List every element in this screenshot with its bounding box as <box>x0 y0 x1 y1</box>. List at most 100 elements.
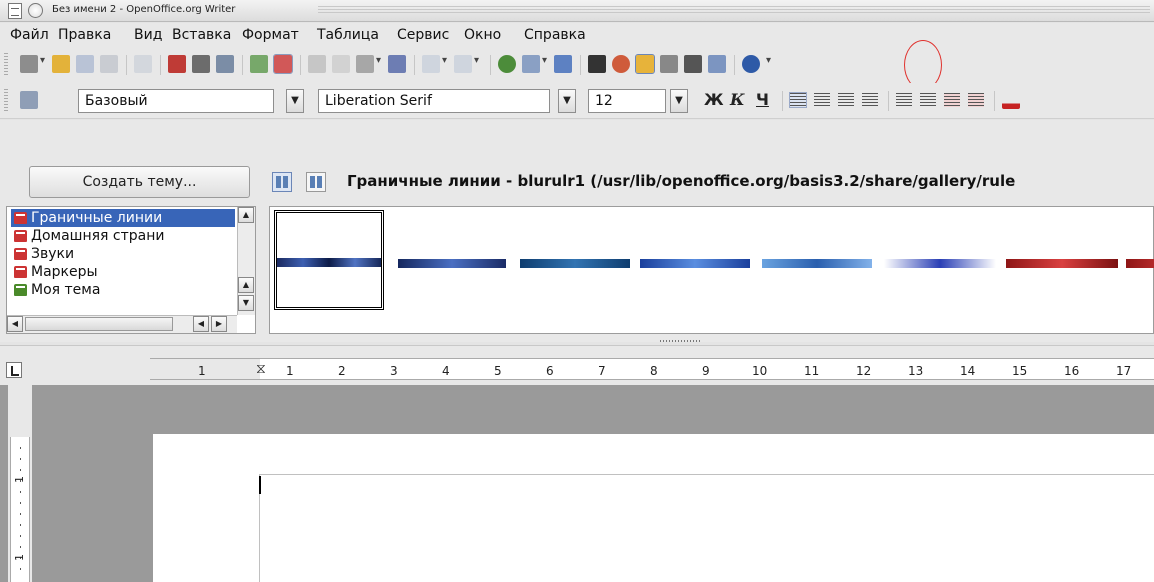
spellcheck-icon[interactable] <box>250 55 268 73</box>
theme-list-hscroll[interactable]: ◀ ◀ ▶ <box>7 315 237 333</box>
menu-tools[interactable]: Сервис <box>397 27 449 43</box>
scroll-up-icon[interactable]: ▲ <box>238 207 254 223</box>
paste-icon[interactable] <box>356 55 374 73</box>
table-dropdown-icon[interactable] <box>542 55 550 69</box>
document-page[interactable] <box>153 434 1154 582</box>
scroll-left-icon[interactable]: ◀ <box>193 316 209 332</box>
redo-dropdown-icon[interactable] <box>474 55 482 69</box>
new-dropdown-icon[interactable] <box>40 55 48 69</box>
decrease-indent-icon[interactable] <box>944 93 960 107</box>
clone-formatting-icon[interactable] <box>388 55 406 73</box>
menu-window[interactable]: Окно <box>464 27 501 43</box>
theme-item-my-theme[interactable]: Моя тема <box>11 281 235 299</box>
help-icon[interactable] <box>742 55 760 73</box>
save-icon[interactable] <box>76 55 94 73</box>
paste-dropdown-icon[interactable] <box>376 55 384 69</box>
theme-item-bullets[interactable]: Маркеры <box>11 263 235 281</box>
gallery-item[interactable] <box>1006 259 1118 268</box>
copy-icon[interactable] <box>332 55 350 73</box>
horizontal-ruler[interactable]: 1 ⧖ 1 2 3 4 5 6 7 8 9 10 11 12 13 14 15 … <box>150 358 1154 380</box>
scroll-down-icon[interactable]: ▼ <box>238 295 254 311</box>
undo-dropdown-icon[interactable] <box>442 55 450 69</box>
align-left-icon[interactable] <box>789 92 807 108</box>
paragraph-style-dropdown-icon[interactable]: ▼ <box>286 89 304 113</box>
draw-functions-icon[interactable] <box>554 55 572 73</box>
font-size-dropdown-icon[interactable]: ▼ <box>670 89 688 113</box>
toolbar-grip[interactable] <box>4 53 8 77</box>
scroll-up-icon[interactable]: ▲ <box>238 277 254 293</box>
gallery-item[interactable] <box>1126 259 1154 268</box>
formatting-marks-icon[interactable] <box>684 55 702 73</box>
toolbar-grip[interactable] <box>4 89 8 113</box>
gallery-icon[interactable] <box>635 54 655 74</box>
font-name-combo[interactable]: Liberation Serif <box>318 89 550 113</box>
undo-icon[interactable] <box>422 55 440 73</box>
hyperlink-icon[interactable] <box>498 55 516 73</box>
icon-view-icon[interactable] <box>272 172 292 192</box>
theme-item-homepage[interactable]: Домашняя страни <box>11 227 235 245</box>
font-size-combo[interactable]: 12 <box>588 89 666 113</box>
gallery-item[interactable] <box>398 259 506 268</box>
align-center-icon[interactable] <box>814 93 830 107</box>
bullets-icon[interactable] <box>920 93 936 107</box>
table-icon[interactable] <box>522 55 540 73</box>
scroll-right-icon[interactable]: ▶ <box>211 316 227 332</box>
theme-list-vscroll[interactable]: ▲ ▲ ▼ <box>237 207 255 315</box>
toolbar-overflow-icon[interactable] <box>766 55 774 69</box>
italic-button[interactable]: К <box>730 90 745 109</box>
align-justify-icon[interactable] <box>862 93 878 107</box>
theme-list[interactable]: Граничные линии Домашняя страни Звуки Ма… <box>6 206 256 334</box>
menu-edit[interactable]: Правка <box>58 27 111 43</box>
indent-marker-icon[interactable]: ⧖ <box>256 361 266 377</box>
tab-stop-selector[interactable] <box>6 362 22 378</box>
autospellcheck-icon[interactable] <box>273 54 293 74</box>
print-icon[interactable] <box>192 55 210 73</box>
gallery-item[interactable] <box>640 259 750 268</box>
redo-icon[interactable] <box>454 55 472 73</box>
menu-insert[interactable]: Вставка <box>172 27 231 43</box>
detailed-view-icon[interactable] <box>306 172 326 192</box>
menu-help[interactable]: Справка <box>524 27 586 43</box>
align-right-icon[interactable] <box>838 93 854 107</box>
print-preview-icon[interactable] <box>216 55 234 73</box>
cut-icon[interactable] <box>308 55 326 73</box>
gallery-item[interactable] <box>884 259 996 268</box>
ruler-label: 11 <box>804 364 820 378</box>
data-sources-icon[interactable] <box>660 55 678 73</box>
paragraph-style-combo[interactable]: Базовый <box>78 89 274 113</box>
bold-button[interactable]: Ж <box>704 90 724 109</box>
menu-view[interactable]: Вид <box>134 27 162 43</box>
menu-format[interactable]: Формат <box>242 27 299 43</box>
new-document-icon[interactable] <box>20 55 38 73</box>
create-theme-button[interactable]: Создать тему... <box>29 166 250 198</box>
theme-item-sounds[interactable]: Звуки <box>11 245 235 263</box>
numbering-icon[interactable] <box>896 93 912 107</box>
export-pdf-icon[interactable] <box>168 55 186 73</box>
gallery-item[interactable] <box>520 259 630 268</box>
scroll-left-icon[interactable]: ◀ <box>7 316 23 332</box>
ruler-label: 5 <box>494 364 502 378</box>
navigator-icon[interactable] <box>612 55 630 73</box>
gallery-preview-area[interactable] <box>269 206 1154 334</box>
gallery-item-selected[interactable] <box>274 210 384 310</box>
font-color-icon[interactable] <box>1002 91 1020 109</box>
font-name-dropdown-icon[interactable]: ▼ <box>558 89 576 113</box>
gallery-splitter[interactable] <box>660 340 700 342</box>
gallery-item[interactable] <box>762 259 872 268</box>
styles-formatting-icon[interactable] <box>20 91 38 109</box>
menu-table[interactable]: Таблица <box>317 27 379 43</box>
find-replace-icon[interactable] <box>588 55 606 73</box>
menu-file[interactable]: Файл <box>10 27 49 43</box>
window-menu-icon[interactable] <box>28 3 43 18</box>
underline-button[interactable]: Ч <box>756 90 769 109</box>
hscroll-thumb[interactable] <box>25 317 173 331</box>
document-icon[interactable] <box>8 3 22 19</box>
vertical-ruler[interactable]: 1 1 <box>8 385 32 582</box>
zoom-icon[interactable] <box>708 55 726 73</box>
open-folder-icon[interactable] <box>52 55 70 73</box>
ruler-row: 1 ⧖ 1 2 3 4 5 6 7 8 9 10 11 12 13 14 15 … <box>0 345 1154 385</box>
edit-file-icon[interactable] <box>134 55 152 73</box>
theme-item-border-lines[interactable]: Граничные линии <box>11 209 235 227</box>
email-icon[interactable] <box>100 55 118 73</box>
increase-indent-icon[interactable] <box>968 93 984 107</box>
